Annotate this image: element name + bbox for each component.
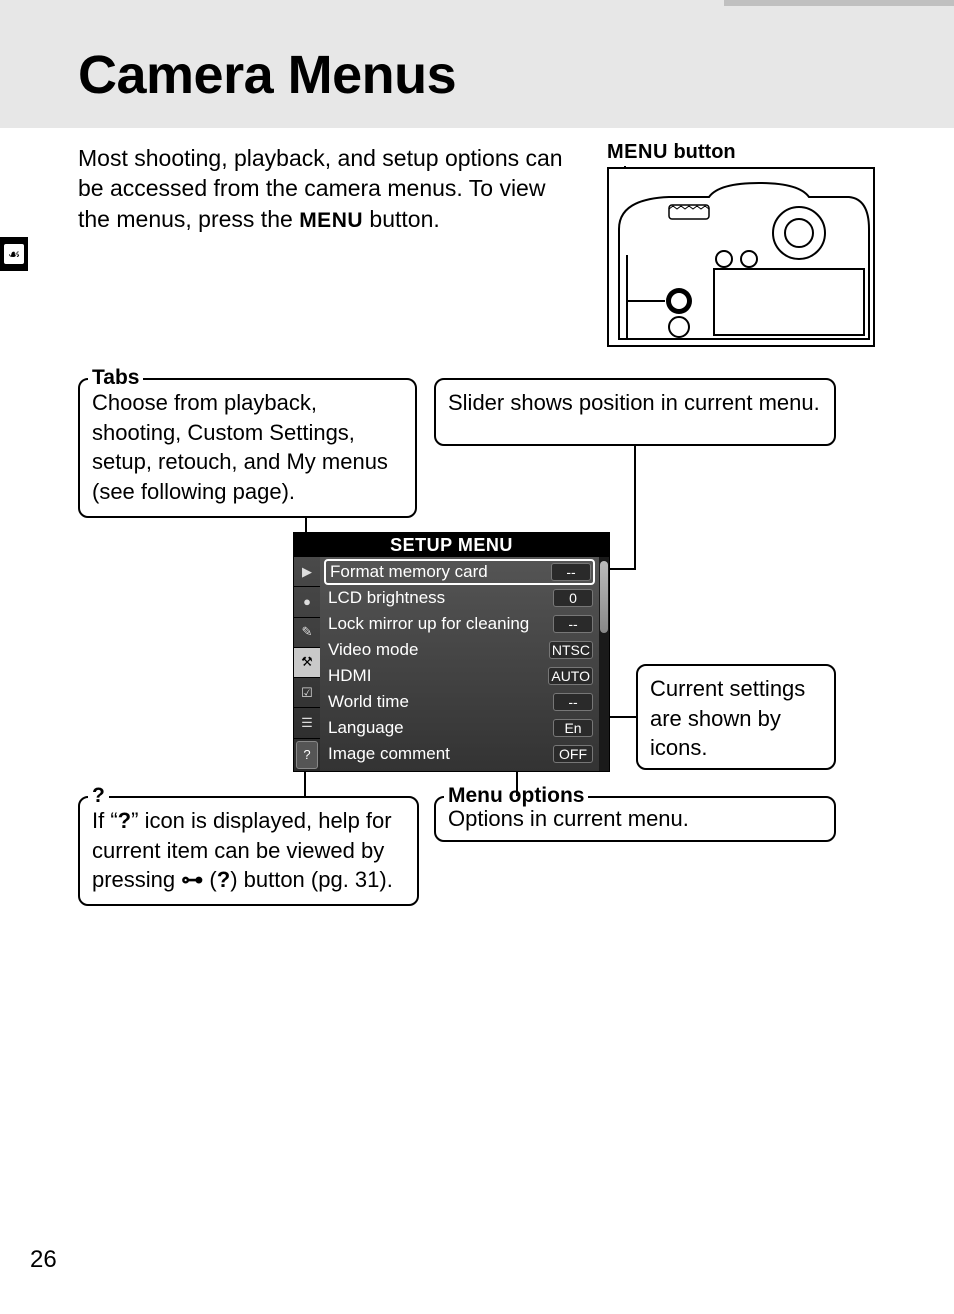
annotation-settings-text: Current settings are shown by icons. [638, 666, 834, 773]
connector [305, 518, 307, 532]
lcd-tab: ▶ [294, 557, 320, 587]
lcd-item-value: AUTO [548, 667, 593, 685]
annotation-options: Menu options Options in current menu. [434, 796, 836, 842]
intro-menu-word: MENU [299, 209, 363, 232]
annotation-slider-text: Slider shows position in current menu. [436, 380, 834, 428]
annotation-settings: Current settings are shown by icons. [636, 664, 836, 770]
lcd-menu-item: Format memory card -- [324, 559, 595, 585]
lcd-item-name: World time [328, 692, 409, 712]
lcd-menu-item: Image comment OFF [324, 741, 595, 767]
lcd-item-name: Format memory card [330, 562, 488, 582]
lcd-scrollbar [599, 557, 609, 771]
annotation-help-label: ? [88, 784, 109, 808]
lcd-item-name: LCD brightness [328, 588, 445, 608]
lcd-menu-item: Lock mirror up for cleaning -- [324, 611, 595, 637]
annotation-tabs-label: Tabs [88, 366, 143, 390]
annotation-help-text: If “?” icon is displayed, help for curre… [80, 798, 417, 905]
lcd-tab: ☑ [294, 678, 320, 708]
menu-caption-label: button [668, 141, 736, 163]
lcd-tab: ✎ [294, 618, 320, 648]
camera-lcd-menu: SETUP MENU ▶●✎⚒☑☰? Format memory card--L… [293, 532, 610, 772]
intro-post: button. [363, 206, 440, 232]
lcd-menu-item: Language En [324, 715, 595, 741]
lcd-item-value: NTSC [549, 641, 593, 659]
annotation-help: ? If “?” icon is displayed, help for cur… [78, 796, 419, 906]
lcd-item-value: -- [553, 615, 593, 633]
camera-illustration [609, 169, 873, 345]
connector [610, 716, 636, 718]
lcd-item-value: -- [551, 563, 591, 581]
page-number: 26 [30, 1246, 57, 1274]
annotation-tabs: Tabs Choose from playback, shooting, Cus… [78, 378, 417, 518]
side-tab-icon: ☙ [0, 237, 28, 271]
lcd-menu-item: Video mode NTSC [324, 637, 595, 663]
lcd-item-value: -- [553, 693, 593, 711]
lcd-item-name: HDMI [328, 666, 371, 686]
lcd-scroll-thumb [600, 561, 608, 633]
lcd-tab: ? [296, 741, 318, 769]
page-title: Camera Menus [78, 44, 456, 106]
lcd-item-name: Lock mirror up for cleaning [328, 614, 529, 634]
camera-figure [607, 167, 875, 347]
lcd-menu-item: HDMI AUTO [324, 663, 595, 689]
lcd-title: SETUP MENU [294, 533, 609, 558]
connector [634, 446, 636, 570]
annotation-tabs-text: Choose from playback, shooting, Custom S… [80, 380, 415, 517]
connector [608, 568, 636, 570]
lcd-item-name: Video mode [328, 640, 418, 660]
lcd-item-name: Language [328, 718, 404, 738]
lcd-tab: ⚒ [294, 648, 320, 678]
annotation-slider: Slider shows position in current menu. [434, 378, 836, 446]
connector [516, 772, 518, 796]
menu-caption-menu: MENU [607, 141, 668, 163]
lcd-item-value: OFF [553, 745, 593, 763]
lcd-tab-strip: ▶●✎⚒☑☰? [294, 557, 320, 771]
lcd-item-name: Image comment [328, 744, 450, 764]
lcd-tab: ● [294, 587, 320, 617]
lcd-item-value: En [553, 719, 593, 737]
lcd-tab: ☰ [294, 708, 320, 738]
lcd-menu-item: World time -- [324, 689, 595, 715]
lcd-item-value: 0 [553, 589, 593, 607]
lcd-menu-list: Format memory card -- LCD brightness 0 Lock … [320, 557, 599, 771]
menu-button-caption: MENU button [607, 141, 736, 164]
lcd-menu-item: LCD brightness 0 [324, 585, 595, 611]
connector [304, 772, 306, 796]
intro-paragraph: Most shooting, playback, and setup optio… [78, 143, 578, 234]
